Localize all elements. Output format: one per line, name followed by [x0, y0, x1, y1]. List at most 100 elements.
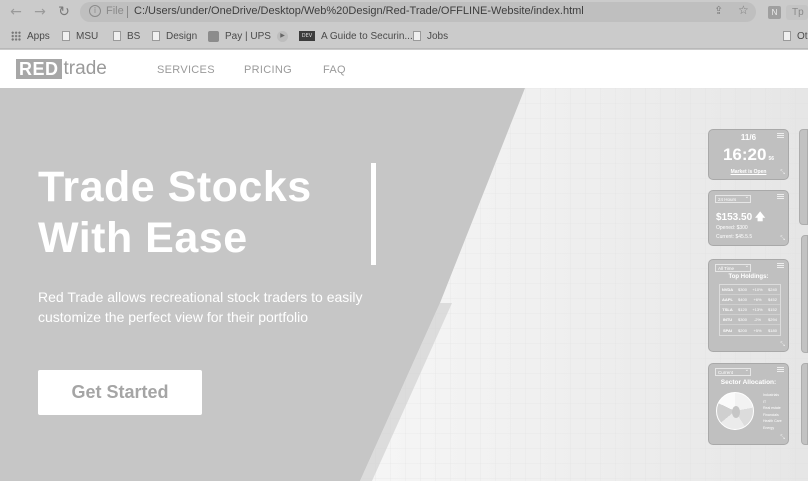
forward-arrow-icon[interactable]: → [32, 4, 48, 20]
holdings-table: NVDA $300 +10% $240 AAPL $400 +6% $452 TSLA $12… [719, 284, 781, 336]
address-divider [127, 6, 128, 18]
table-cell: $300 [738, 287, 747, 292]
site-header: RED trade SERVICES PRICING FAQ [0, 50, 808, 88]
table-cell: $200 [738, 327, 747, 333]
bookmark-design[interactable]: Design [152, 30, 197, 44]
table-row: AAPL $400 +6% $452 [720, 295, 780, 305]
share-icon[interactable]: ⇪ [714, 4, 723, 17]
table-row: TSLA $120 +13% $152 [720, 305, 780, 315]
table-row: NVDA $300 +10% $240 [720, 285, 780, 295]
table-cell: $240 [768, 287, 777, 292]
page-icon [783, 31, 791, 42]
logo-red: RED [16, 59, 62, 79]
ticker-cell: NVDA [721, 287, 734, 292]
bookmark-star-icon[interactable]: ☆ [738, 3, 749, 17]
headline-line-2: With Ease [38, 214, 248, 262]
table-cell: $300 [738, 317, 747, 322]
clock-hours: 16:20 [722, 145, 767, 164]
range-dropdown[interactable]: All Time [715, 263, 751, 272]
table-cell: $294 [768, 317, 777, 322]
logo-trade: trade [63, 58, 107, 79]
info-icon[interactable]: i [89, 5, 101, 17]
table-cell: +5% [753, 327, 762, 333]
bookmark-label: BS [127, 31, 141, 42]
bookmark-guide[interactable]: DEV A Guide to Securin... [299, 30, 413, 44]
page-icon [413, 31, 421, 42]
table-cell: $452 [768, 297, 777, 302]
page-icon [62, 31, 70, 42]
resize-handle-icon[interactable]: ⤡ [780, 235, 785, 243]
range-dropdown[interactable]: 24 Hours [715, 194, 751, 203]
profile-button[interactable]: Tp [786, 5, 808, 20]
resize-handle-icon[interactable]: ⤡ [780, 169, 785, 177]
sector-allocation-widget[interactable]: Current Sector Allocation: Industrials I… [708, 363, 789, 445]
bookmarks-bar: Apps MSU BS Design Pay | UPS ▶ DEV A Guid… [0, 25, 808, 49]
back-arrow-icon[interactable]: ← [8, 4, 24, 20]
sector-pie-chart [716, 392, 754, 430]
pie-legend: Industrials IT Real estate Financials He… [763, 392, 782, 431]
bookmark-label: Jobs [427, 31, 449, 42]
bookmark-label: Ot [797, 31, 808, 42]
market-status: Market is Open [730, 169, 767, 175]
ticker-cell: INTU [722, 317, 733, 322]
ticker-cell: AAPL [722, 297, 733, 302]
bookmark-label: Design [166, 31, 198, 42]
table-cell: +10% [752, 287, 763, 292]
bookmark-apps[interactable]: Apps [11, 30, 50, 44]
dev-icon: DEV [299, 31, 315, 42]
bookmark-play[interactable]: ▶ [277, 30, 294, 44]
nav-link-pricing[interactable]: PRICING [244, 64, 292, 76]
address-bar[interactable]: i File C:/Users/under/OneDrive/Desktop/W… [80, 2, 756, 22]
table-cell: +6% [753, 297, 762, 302]
browser-toolbar: ← → ↻ i File C:/Users/under/OneDrive/Des… [0, 0, 808, 25]
bookmark-jobs[interactable]: Jobs [413, 30, 448, 44]
play-icon: ▶ [277, 30, 288, 42]
bookmark-msu[interactable]: MSU [62, 30, 98, 44]
table-cell: +13% [752, 307, 763, 312]
ticker-cell: TSLA [722, 307, 733, 312]
legend-item: Industrials [763, 393, 779, 397]
table-row: INTU $300 -2% $294 [720, 315, 780, 325]
price-opened: Opened: $300 [716, 225, 748, 231]
clock-time: 16:20 56 [709, 145, 788, 165]
red-trade-logo[interactable]: RED trade [16, 59, 107, 79]
bookmark-label: MSU [76, 31, 99, 42]
menu-icon[interactable] [777, 194, 784, 199]
url-text[interactable]: C:/Users/under/OneDrive/Desktop/Web%20De… [134, 5, 584, 17]
hero-background [360, 88, 808, 481]
menu-icon[interactable] [777, 263, 784, 268]
nav-link-faq[interactable]: FAQ [323, 64, 346, 76]
legend-item: Real estate [763, 406, 781, 410]
hero-subtext: Red Trade allows recreational stock trad… [38, 289, 363, 325]
legend-item: Energy [763, 425, 775, 430]
reload-icon[interactable]: ↻ [56, 4, 72, 20]
get-started-button[interactable]: Get Started [38, 370, 202, 415]
resize-handle-icon[interactable]: ⤡ [780, 434, 785, 442]
legend-item: Health Care [763, 419, 782, 423]
allocation-title: Sector Allocation: [720, 379, 777, 386]
price-current: Current: $45.5.5 [716, 234, 753, 240]
bookmark-label: Pay | UPS [225, 31, 271, 42]
page-icon [113, 31, 121, 42]
holdings-widget[interactable]: All Time Top Holdings: NVDA $300 +10% $240 … [708, 259, 789, 352]
offscreen-widget[interactable] [801, 363, 808, 445]
extension-icon[interactable]: N [768, 6, 781, 19]
price-widget[interactable]: 24 Hours $153.50 🡅 Opened: $300 Current:… [708, 190, 789, 246]
bookmark-pay-ups[interactable]: Pay | UPS [208, 30, 271, 44]
bookmark-bs[interactable]: BS [113, 30, 140, 44]
file-scheme-label: File [106, 5, 124, 17]
range-dropdown[interactable]: Current [715, 367, 751, 376]
price-amount: $153.50 [716, 212, 753, 223]
offscreen-widget[interactable] [801, 235, 808, 353]
nav-link-services[interactable]: SERVICES [157, 64, 215, 76]
page-icon [152, 31, 160, 42]
bookmark-other[interactable]: Ot [783, 30, 808, 44]
apps-grid-icon [11, 31, 21, 42]
table-cell: $152 [768, 307, 777, 312]
resize-handle-icon[interactable]: ⤡ [780, 341, 785, 349]
clock-widget[interactable]: 11/6 16:20 56 Market is Open ⤡ [708, 129, 789, 180]
offscreen-widget[interactable] [799, 129, 808, 225]
table-row: SPAI $200 +5% $180 [720, 325, 780, 335]
menu-icon[interactable] [777, 367, 784, 372]
table-cell: $180 [768, 327, 777, 333]
